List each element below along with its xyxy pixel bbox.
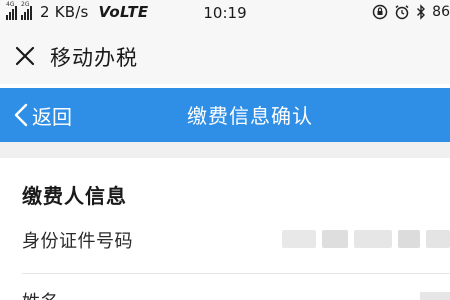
section-gap (0, 142, 450, 158)
alarm-icon (395, 5, 409, 20)
status-right: 86 (372, 4, 450, 20)
name-label: 姓名 (22, 288, 59, 300)
id-number-label: 身份证件号码 (22, 231, 133, 252)
bluetooth-icon (417, 4, 426, 20)
network-tag: 4G (6, 1, 15, 8)
app-bar: 移动办税 (0, 28, 450, 84)
volte-indicator: VoLTE (98, 3, 149, 21)
payer-info-card: 缴费人信息 身份证件号码 姓名 (0, 158, 450, 300)
network-speed: 2 KB/s (40, 3, 89, 21)
app-title: 移动办税 (50, 46, 138, 70)
id-number-value-masked (282, 226, 450, 252)
close-icon[interactable] (14, 45, 36, 67)
chevron-left-icon (14, 103, 28, 127)
name-value-masked (420, 292, 450, 300)
battery-level: 86 (432, 4, 450, 20)
network-tag-2: 2G (21, 1, 30, 8)
section-title: 缴费人信息 (22, 184, 127, 208)
signal-icon-2: 2G (21, 1, 32, 20)
nav-bar: 返回 缴费信息确认 (0, 88, 450, 142)
row-divider (22, 273, 450, 274)
status-bar: 4G 2G 2 KB/s VoLTE 10:19 86 (0, 0, 450, 28)
clock: 10:19 (203, 4, 247, 22)
signal-icon: 4G (6, 1, 17, 20)
back-label: 返回 (32, 104, 72, 129)
lock-rotation-icon (372, 4, 388, 20)
status-left: 4G 2G 2 KB/s VoLTE (6, 1, 149, 21)
page-title: 缴费信息确认 (187, 104, 313, 128)
back-button[interactable]: 返回 (14, 100, 72, 130)
